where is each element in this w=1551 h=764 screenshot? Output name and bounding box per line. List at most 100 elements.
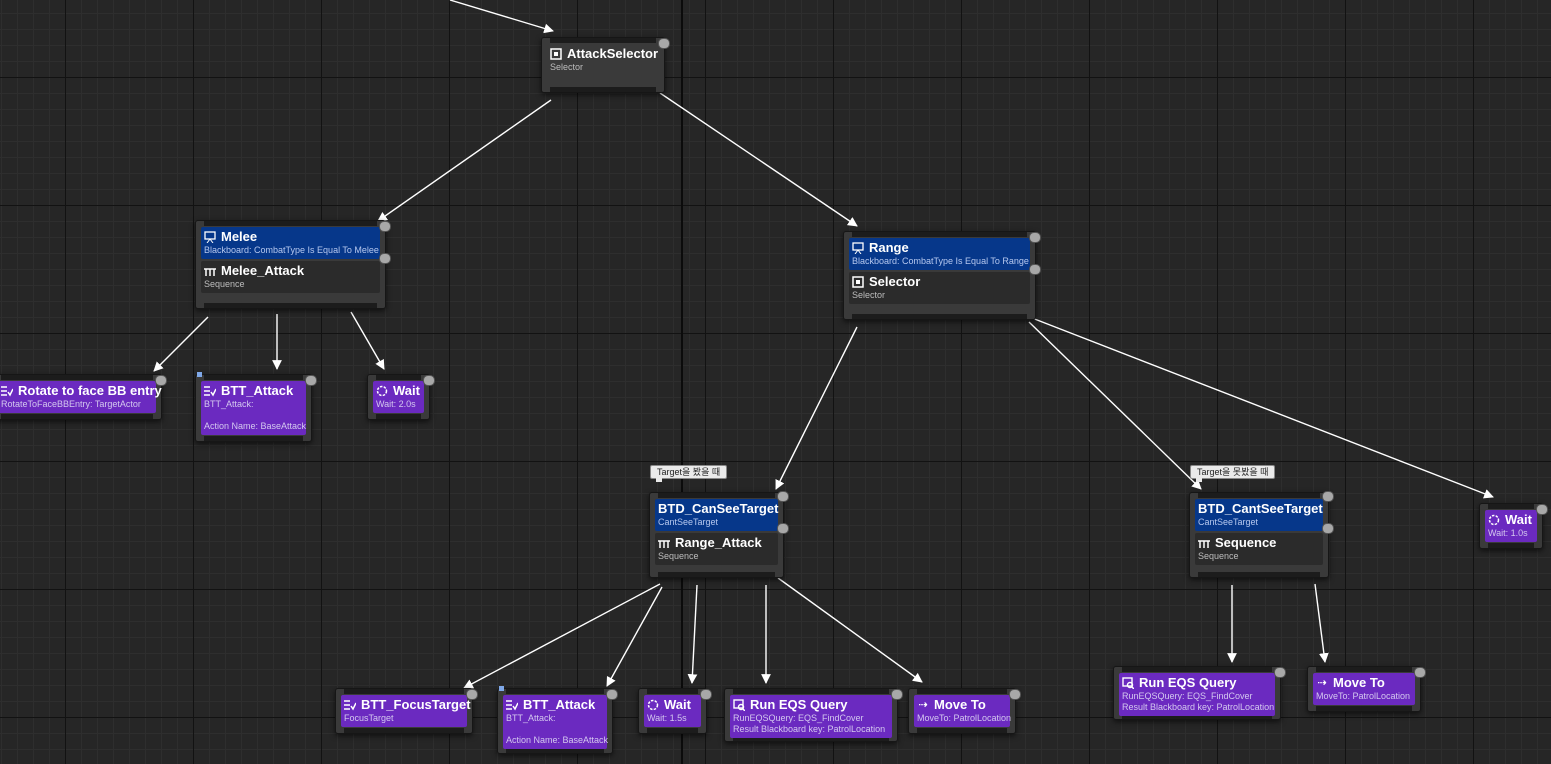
ra-move-title: Move To <box>934 697 986 712</box>
ra-eqs-title: Run EQS Query <box>750 697 848 712</box>
cantsee-composite-title: Sequence <box>1215 535 1277 550</box>
cs-move-node[interactable]: ⇢ Move To MoveTo: PatrolLocation <box>1307 666 1426 712</box>
selector-icon <box>550 48 562 60</box>
range-decorator-subtitle: Blackboard: CombatType Is Equal To Range <box>852 256 1029 266</box>
rotate-task-node[interactable]: Rotate to face BB entry RotateToFaceBBEn… <box>0 374 167 420</box>
sequence-icon <box>658 537 670 549</box>
focus-task-node[interactable]: BTT_FocusTarget FocusTarget <box>335 688 478 734</box>
cansee-composite-subtitle: Sequence <box>658 551 699 561</box>
eqs-query-icon <box>733 699 745 711</box>
melee-attack-title: BTT_Attack <box>221 383 294 398</box>
range-decorator[interactable]: Range Blackboard: CombatType Is Equal To… <box>849 238 1030 270</box>
melee-wait-node[interactable]: Wait Wait: 2.0s <box>367 374 435 420</box>
order-badge <box>777 491 789 502</box>
range-attack-title: BTT_Attack <box>523 697 596 712</box>
ra-wait-node[interactable]: Wait Wait: 1.5s <box>638 688 712 734</box>
range-attack-subtitle: BTT_Attack: <box>506 713 556 723</box>
range-attack-detail: Action Name: BaseAttack <box>506 735 609 745</box>
melee-decorator[interactable]: Melee Blackboard: CombatType Is Equal To… <box>201 227 380 259</box>
melee-decorator-subtitle: Blackboard: CombatType Is Equal To Melee <box>204 245 379 255</box>
edge-cansee-move <box>777 577 923 683</box>
cs-move-title: Move To <box>1333 675 1385 690</box>
cansee-composite-title: Range_Attack <box>675 535 762 550</box>
cansee-composite[interactable]: Range_Attack Sequence <box>655 533 778 565</box>
range-attack-task: BTT_Attack BTT_Attack: Action Name: Base… <box>503 695 609 749</box>
cantsee-node[interactable]: BTD_CantSeeTarget CantSeeTarget Sequence… <box>1189 491 1334 578</box>
wait-icon <box>376 385 388 397</box>
cansee-decorator[interactable]: BTD_CanSeeTarget CantSeeTarget <box>655 499 778 531</box>
order-badge <box>1414 667 1426 678</box>
edge-attackselector-melee <box>377 99 552 222</box>
melee-attack-task: BTT_Attack BTT_Attack: Action Name: Base… <box>201 381 306 435</box>
edge-range-cantsee <box>1028 321 1202 490</box>
rotate-task: Rotate to face BB entry RotateToFaceBBEn… <box>0 381 162 413</box>
ra-move-node[interactable]: ⇢ Move To MoveTo: PatrolLocation <box>908 688 1021 734</box>
melee-attack-task-node[interactable]: BTT_Attack BTT_Attack: Action Name: Base… <box>195 372 317 442</box>
edge-melee-rotate <box>153 316 209 372</box>
cs-eqs-detail: Result Blackboard key: PatrolLocation <box>1122 702 1275 712</box>
order-badge <box>891 689 903 700</box>
order-badge <box>379 253 391 264</box>
sequence-icon <box>204 265 216 277</box>
ra-move-task: ⇢ Move To MoveTo: PatrolLocation <box>914 695 1011 727</box>
blackboard-icon <box>204 231 216 243</box>
melee-wait-task: Wait Wait: 2.0s <box>373 381 424 413</box>
breakpoint-marker <box>197 372 202 377</box>
attackselector-title: AttackSelector <box>567 46 659 61</box>
cansee-node[interactable]: BTD_CanSeeTarget CantSeeTarget Range_Att… <box>649 491 789 578</box>
cansee-decorator-subtitle: CantSeeTarget <box>658 517 719 527</box>
cs-eqs-subtitle: RunEQSQuery: EQS_FindCover <box>1122 691 1253 701</box>
cs-move-subtitle: MoveTo: PatrolLocation <box>1316 691 1411 701</box>
edge-cansee-wait <box>687 584 698 684</box>
task-icon <box>204 385 216 397</box>
order-badge <box>777 523 789 534</box>
range-composite[interactable]: Selector Selector <box>849 272 1030 304</box>
melee-attack-detail: Action Name: BaseAttack <box>204 421 307 431</box>
order-badge <box>1009 689 1021 700</box>
focus-title: BTT_FocusTarget <box>361 697 471 712</box>
order-badge <box>1322 523 1334 534</box>
order-badge <box>1029 232 1041 243</box>
breakpoint-marker <box>499 686 504 691</box>
cs-eqs-title: Run EQS Query <box>1139 675 1237 690</box>
ra-eqs-node[interactable]: Run EQS Query RunEQSQuery: EQS_FindCover… <box>724 688 903 742</box>
cantsee-composite[interactable]: Sequence Sequence <box>1195 533 1323 565</box>
range-wait-title: Wait <box>1505 512 1532 527</box>
order-badge <box>423 375 435 386</box>
edge-range-cansee <box>775 326 858 490</box>
melee-attack-subtitle: BTT_Attack: <box>204 399 254 409</box>
cantsee-decorator-subtitle: CantSeeTarget <box>1198 517 1259 527</box>
edge-cansee-attack <box>606 586 663 687</box>
ra-eqs-task: Run EQS Query RunEQSQuery: EQS_FindCover… <box>730 695 892 738</box>
cantsee-comment[interactable]: Target을 못봤을 때 <box>1190 465 1276 482</box>
edge-attackselector-range <box>659 92 858 227</box>
ra-wait-task: Wait Wait: 1.5s <box>644 695 701 727</box>
eqs-query-icon <box>1122 677 1134 689</box>
rotate-subtitle: RotateToFaceBBEntry: TargetActor <box>1 399 141 409</box>
order-badge <box>700 689 712 700</box>
melee-node[interactable]: Melee Blackboard: CombatType Is Equal To… <box>195 220 391 309</box>
order-badge <box>1274 667 1286 678</box>
order-badge <box>466 689 478 700</box>
range-node[interactable]: Range Blackboard: CombatType Is Equal To… <box>843 231 1041 320</box>
cantsee-decorator[interactable]: BTD_CantSeeTarget CantSeeTarget <box>1195 499 1323 531</box>
melee-wait-subtitle: Wait: 2.0s <box>376 399 416 409</box>
attackselector-node[interactable]: AttackSelector Selector <box>541 37 670 93</box>
move-to-icon: ⇢ <box>1317 677 1327 689</box>
rotate-title: Rotate to face BB entry <box>18 383 162 398</box>
melee-composite[interactable]: Melee_Attack Sequence <box>201 261 380 293</box>
edge-root-attackselector <box>449 0 554 34</box>
cs-eqs-node[interactable]: Run EQS Query RunEQSQuery: EQS_FindCover… <box>1113 666 1286 720</box>
range-wait-node[interactable]: Wait Wait: 1.0s <box>1479 503 1548 549</box>
range-composite-title: Selector <box>869 274 921 289</box>
order-badge <box>379 221 391 232</box>
edge-cansee-focus <box>463 583 661 689</box>
order-badge <box>1322 491 1334 502</box>
cansee-comment[interactable]: Target을 봤을 때 <box>650 465 728 482</box>
order-badge <box>1029 264 1041 275</box>
move-to-icon: ⇢ <box>918 699 928 711</box>
range-attack-task-node[interactable]: BTT_Attack BTT_Attack: Action Name: Base… <box>497 686 618 754</box>
edge-melee-wait <box>350 311 385 370</box>
sequence-icon <box>1198 537 1210 549</box>
blackboard-icon <box>852 242 864 254</box>
